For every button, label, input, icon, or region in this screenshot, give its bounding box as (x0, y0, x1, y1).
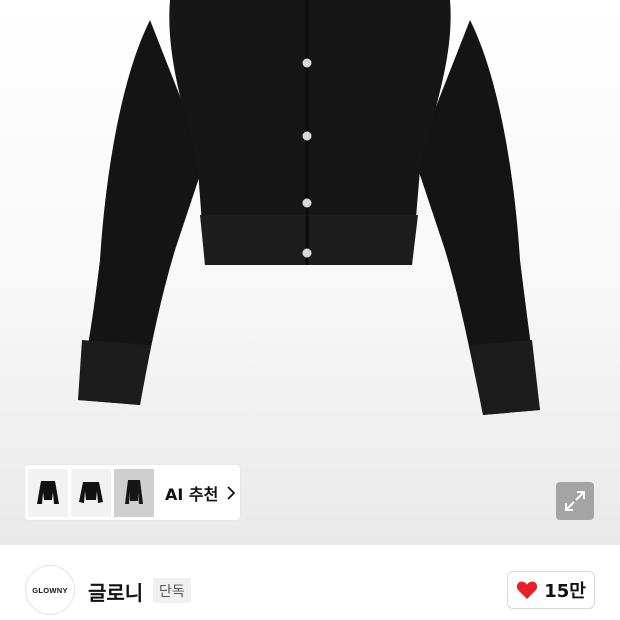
cardigan-thumb-1[interactable] (28, 468, 68, 517)
cardigan-thumb-2[interactable] (71, 468, 111, 517)
cardigan-thumb-icon (125, 479, 143, 504)
product-image[interactable]: AI 추천 (0, 0, 620, 545)
ai-recommend-panel[interactable]: AI 추천 (25, 465, 240, 520)
cardigan-thumb-icon (79, 481, 103, 503)
cardigan-thumb-3[interactable] (114, 468, 154, 517)
expand-image-button[interactable] (556, 482, 594, 520)
heart-icon (517, 581, 538, 599)
cardigan-thumb-icon (37, 480, 59, 504)
chevron-right-icon[interactable] (226, 485, 236, 500)
brand-name[interactable]: 글로니 (88, 577, 143, 606)
ai-recommend-label[interactable]: AI 추천 (165, 481, 218, 505)
brand-logo[interactable]: GLOWNY (25, 565, 75, 615)
brand-logo-text: GLOWNY (32, 585, 68, 595)
brand-bar: GLOWNY 글로니 단독 15만 (0, 545, 620, 620)
exclusive-badge: 단독 (153, 578, 191, 603)
cardigan-image (78, 0, 540, 415)
like-count: 15만 (544, 581, 586, 602)
like-button[interactable]: 15만 (507, 571, 595, 609)
expand-arrows-icon (565, 491, 585, 511)
